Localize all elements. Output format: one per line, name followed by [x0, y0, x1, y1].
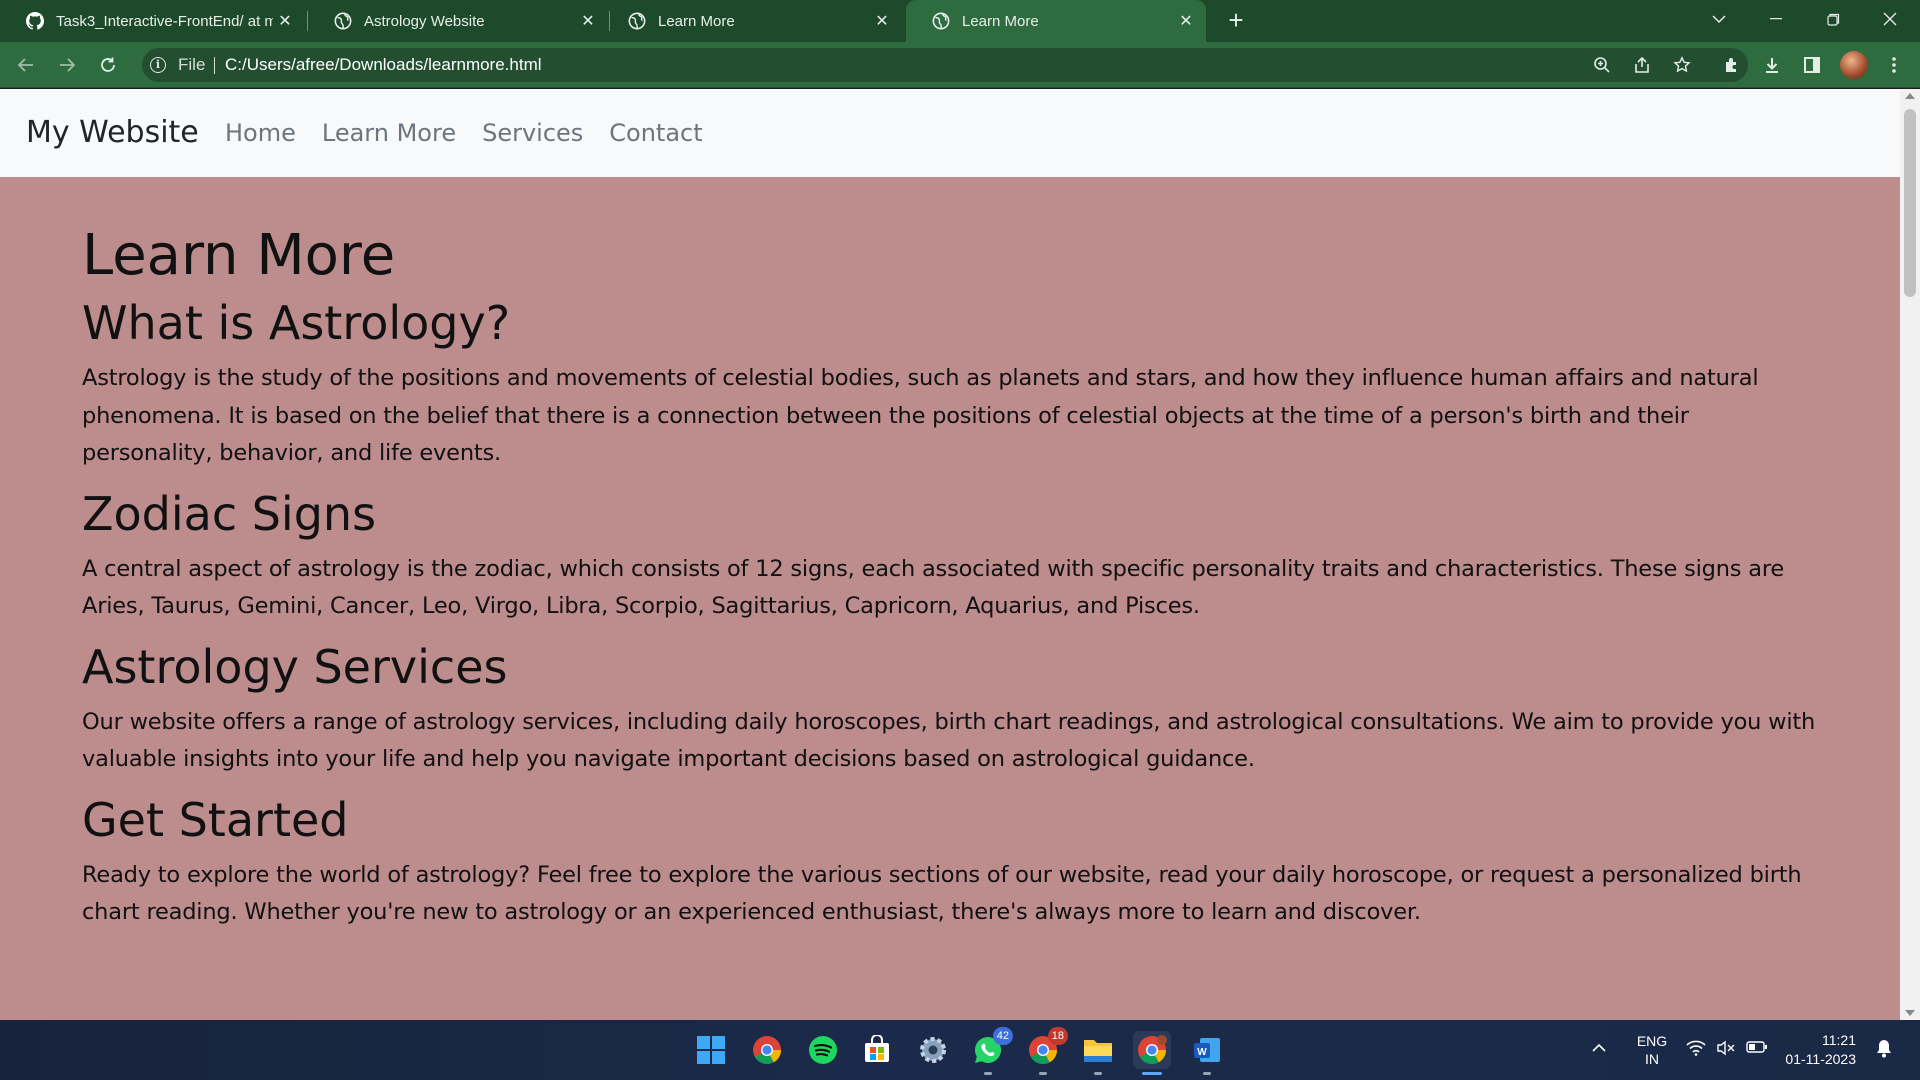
tab-title: Astrology Website	[364, 12, 485, 30]
section-heading: What is Astrology?	[82, 296, 511, 350]
running-indicator	[1039, 1072, 1047, 1075]
section-heading: Zodiac Signs	[82, 486, 377, 541]
new-tab-button[interactable]: +	[1222, 7, 1250, 35]
scrollbar-thumb[interactable]	[1904, 109, 1916, 297]
clock-time: 11:21	[1822, 1032, 1856, 1048]
site-info-icon[interactable]: i	[150, 57, 166, 73]
more-menu-icon[interactable]	[1882, 53, 1906, 77]
language-region: IN	[1645, 1051, 1659, 1067]
tab-close-icon[interactable]: ✕	[870, 9, 894, 33]
site-nav-links: Home Learn More Services Contact	[225, 119, 703, 147]
nav-link-contact[interactable]: Contact	[609, 119, 702, 147]
nav-link-home[interactable]: Home	[225, 119, 296, 147]
minimize-icon[interactable]	[1752, 0, 1800, 38]
section-paragraph: Our website offers a range of astrology …	[82, 708, 1816, 773]
tab-close-icon[interactable]: ✕	[1174, 9, 1198, 33]
wifi-icon[interactable]	[1686, 1040, 1706, 1061]
chrome-active-icon[interactable]	[1133, 1031, 1171, 1075]
browser-toolbar: i File C:/Users/afree/Downloads/learnmor…	[0, 42, 1920, 88]
reload-icon[interactable]	[94, 51, 122, 79]
clock-date: 01-11-2023	[1785, 1051, 1856, 1067]
section-paragraph: Ready to explore the world of astrology?…	[82, 861, 1802, 926]
tab-learn-more[interactable]: Learn More ✕	[602, 0, 902, 42]
close-window-icon[interactable]	[1866, 0, 1914, 38]
section-paragraph: Astrology is the study of the positions …	[82, 365, 1759, 466]
page-title: Learn More	[82, 223, 396, 288]
profile-avatar[interactable]	[1840, 51, 1868, 79]
url-divider	[214, 57, 215, 74]
running-indicator	[1094, 1072, 1102, 1075]
tab-title: Learn More	[962, 12, 1039, 30]
bookmark-star-icon[interactable]	[1670, 53, 1694, 77]
tab-astrology-website[interactable]: Astrology Website ✕	[308, 0, 608, 42]
nav-link-learn-more[interactable]: Learn More	[322, 119, 456, 147]
tab-strip: Task3_Interactive-FrontEnd/ at m ✕ Astro…	[0, 0, 1920, 42]
section-heading: Get Started	[82, 792, 349, 847]
battery-icon[interactable]	[1746, 1040, 1768, 1059]
tab-title: Task3_Interactive-FrontEnd/ at m	[56, 12, 273, 30]
word-icon[interactable]: W	[1188, 1031, 1226, 1075]
chrome-profile-icon[interactable]: 18	[1024, 1027, 1068, 1075]
running-indicator	[984, 1072, 992, 1075]
chrome-profile-badge: 18	[1047, 1027, 1068, 1045]
show-hidden-icons-chevron-icon[interactable]	[1592, 1040, 1606, 1058]
github-icon	[26, 12, 44, 30]
windows-taskbar: 42 18 W ENG IN 11:21 01-11-2023	[0, 1020, 1920, 1080]
extensions-icon[interactable]	[1720, 53, 1744, 77]
forward-icon[interactable]	[53, 51, 81, 79]
language-indicator[interactable]: ENG IN	[1632, 1032, 1672, 1068]
tab-search-icon[interactable]	[1695, 0, 1743, 38]
globe-icon	[628, 12, 646, 30]
microsoft-store-icon[interactable]	[858, 1031, 896, 1069]
side-panel-icon[interactable]	[1800, 53, 1824, 77]
section-heading: Astrology Services	[82, 639, 508, 694]
language-code: ENG	[1636, 1033, 1668, 1049]
whatsapp-icon[interactable]: 42	[969, 1027, 1013, 1075]
windows-start-icon[interactable]	[692, 1031, 730, 1069]
tab-learn-more-active[interactable]: Learn More ✕	[906, 0, 1206, 42]
tab-github[interactable]: Task3_Interactive-FrontEnd/ at m ✕	[0, 0, 305, 42]
back-icon[interactable]	[12, 51, 40, 79]
scroll-up-arrow-icon[interactable]	[1905, 93, 1915, 99]
nav-link-services[interactable]: Services	[482, 119, 583, 147]
main-content: Learn More What is Astrology? Astrology …	[82, 222, 1822, 944]
page-viewport: My Website Home Learn More Services Cont…	[0, 89, 1900, 1020]
url-text[interactable]: C:/Users/afree/Downloads/learnmore.html	[225, 55, 542, 75]
notification-bell-icon[interactable]	[1876, 1038, 1892, 1063]
share-icon[interactable]	[1630, 53, 1654, 77]
globe-icon	[334, 12, 352, 30]
scroll-down-arrow-icon[interactable]	[1905, 1010, 1915, 1016]
page-scrollbar[interactable]	[1900, 89, 1920, 1020]
whatsapp-badge: 42	[992, 1027, 1013, 1045]
restore-icon[interactable]	[1809, 0, 1857, 38]
tab-close-icon[interactable]: ✕	[576, 9, 600, 33]
spotify-icon[interactable]	[804, 1031, 842, 1069]
url-scheme: File	[178, 55, 206, 74]
tab-close-icon[interactable]: ✕	[273, 9, 297, 33]
tab-title: Learn More	[658, 12, 735, 30]
svg-text:W: W	[1197, 1047, 1207, 1058]
site-brand[interactable]: My Website	[26, 115, 199, 150]
clock[interactable]: 11:21 01-11-2023	[1780, 1031, 1856, 1069]
settings-icon[interactable]	[914, 1031, 952, 1069]
site-navbar: My Website Home Learn More Services Cont…	[0, 89, 1900, 177]
running-indicator	[1203, 1072, 1211, 1075]
chrome-icon[interactable]	[748, 1031, 786, 1069]
speaker-muted-icon[interactable]	[1716, 1040, 1736, 1061]
address-bar[interactable]: i File C:/Users/afree/Downloads/learnmor…	[142, 48, 1748, 82]
globe-icon	[932, 12, 950, 30]
file-explorer-icon[interactable]	[1079, 1031, 1117, 1075]
running-indicator-active	[1142, 1072, 1162, 1075]
zoom-icon[interactable]	[1590, 53, 1614, 77]
download-icon[interactable]	[1760, 53, 1784, 77]
section-paragraph: A central aspect of astrology is the zod…	[82, 555, 1785, 620]
